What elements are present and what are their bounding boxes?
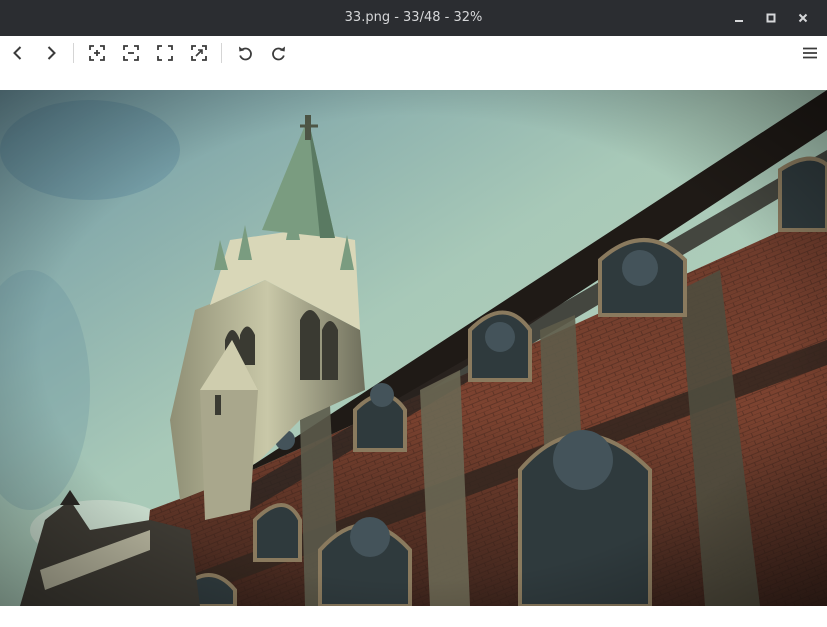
church-photo [0,90,827,606]
rotate-right-button[interactable] [266,40,292,66]
hamburger-icon [803,47,817,59]
maximize-icon [766,13,776,23]
next-button[interactable] [38,40,64,66]
original-size-button[interactable] [186,40,212,66]
image-viewport[interactable] [0,90,827,606]
chevron-right-icon [47,46,56,60]
fit-to-window-button[interactable] [152,40,178,66]
toolbar-separator [73,43,74,63]
rotate-left-button[interactable] [232,40,258,66]
maximize-button[interactable] [755,4,787,32]
zoom-out-button[interactable] [118,40,144,66]
close-icon [798,13,808,23]
window-titlebar[interactable]: 33.png - 33/48 - 32% [0,0,827,36]
previous-button[interactable] [5,40,31,66]
original-size-icon [191,45,207,61]
fit-icon [157,45,173,61]
window-controls [723,0,819,36]
menu-button[interactable] [797,40,823,66]
toolbar [0,36,827,70]
toolbar-separator [221,43,222,63]
minimize-icon [735,20,743,22]
rotate-left-icon [239,46,252,61]
zoom-out-icon [123,45,139,61]
zoom-in-button[interactable] [84,40,110,66]
rotate-right-icon [272,46,285,61]
minimize-button[interactable] [723,4,755,32]
chevron-left-icon [13,46,22,60]
zoom-in-icon [89,45,105,61]
window-title: 33.png - 33/48 - 32% [344,10,483,25]
close-button[interactable] [787,4,819,32]
